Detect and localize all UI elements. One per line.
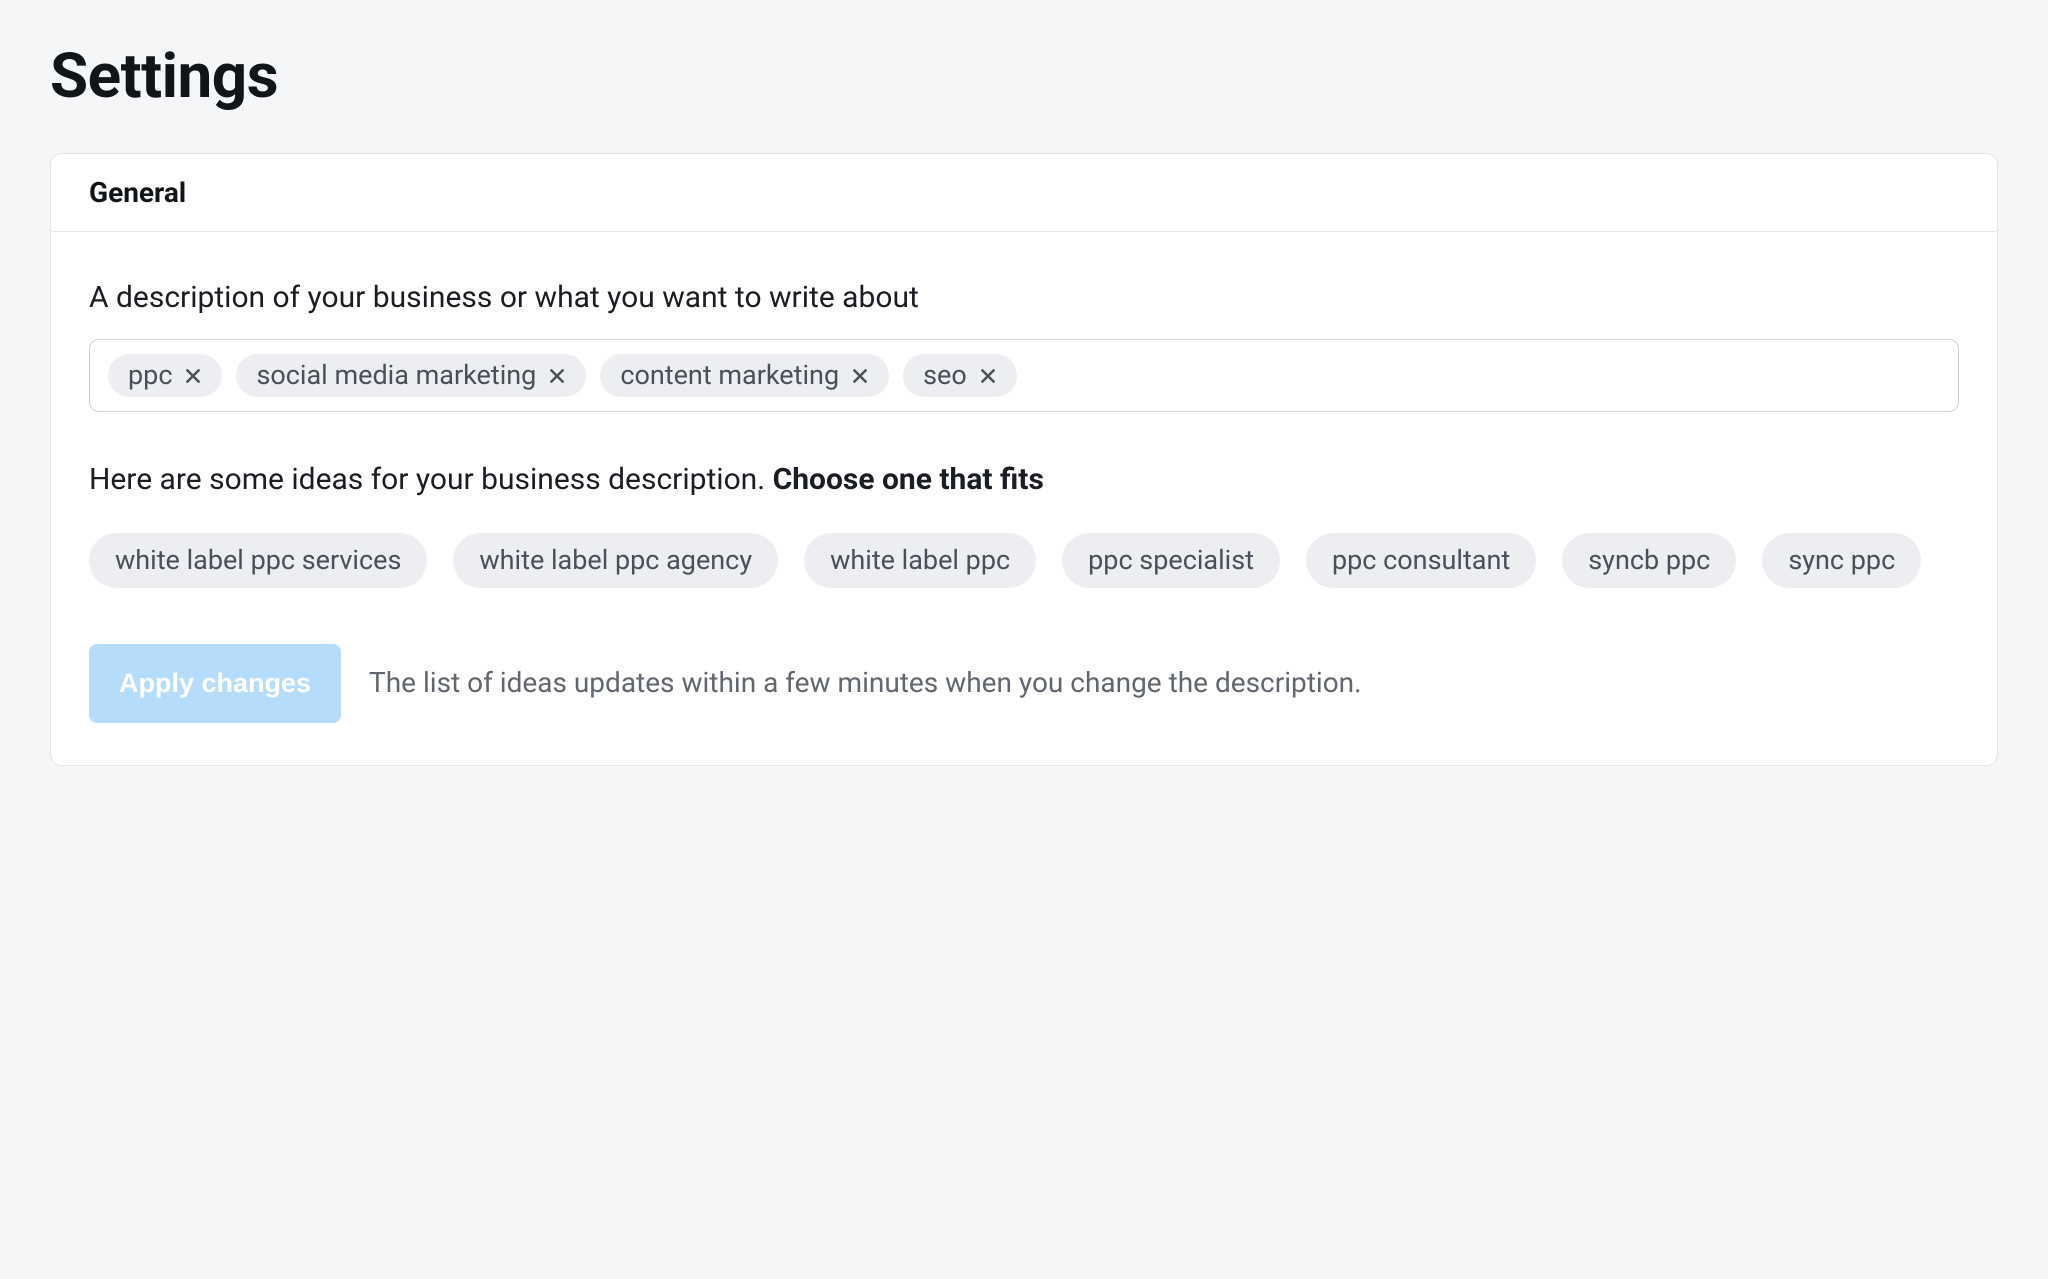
suggestion-chip[interactable]: syncb ppc (1562, 533, 1736, 588)
description-tag-input[interactable]: ppc social media marketing content marke… (89, 339, 1959, 412)
suggestion-chip[interactable]: white label ppc (804, 533, 1036, 588)
tag-label: ppc (128, 362, 172, 389)
page-title: Settings (50, 40, 1998, 113)
tag: content marketing (600, 354, 889, 397)
suggestion-chip[interactable]: white label ppc services (89, 533, 427, 588)
ideas-label-bold: Choose one that fits (773, 462, 1044, 497)
tag: social media marketing (236, 354, 586, 397)
card-header-title: General (89, 176, 1959, 209)
suggestion-chip[interactable]: ppc consultant (1306, 533, 1536, 588)
suggestion-chip[interactable]: sync ppc (1762, 533, 1921, 588)
remove-tag-icon[interactable] (851, 367, 869, 385)
settings-card: General A description of your business o… (50, 153, 1998, 766)
card-body: A description of your business or what y… (51, 232, 1997, 765)
apply-note: The list of ideas updates within a few m… (369, 663, 1959, 704)
apply-changes-button[interactable]: Apply changes (89, 644, 341, 723)
remove-tag-icon[interactable] (979, 367, 997, 385)
suggestion-chips: white label ppc services white label ppc… (89, 533, 1959, 588)
suggestion-chip[interactable]: white label ppc agency (453, 533, 778, 588)
tag-label: seo (923, 362, 967, 389)
ideas-label: Here are some ideas for your business de… (89, 462, 1959, 497)
tag: ppc (108, 354, 222, 397)
remove-tag-icon[interactable] (548, 367, 566, 385)
ideas-label-prefix: Here are some ideas for your business de… (89, 462, 773, 497)
tag: seo (903, 354, 1017, 397)
apply-row: Apply changes The list of ideas updates … (89, 644, 1959, 723)
suggestion-chip[interactable]: ppc specialist (1062, 533, 1280, 588)
tag-label: content marketing (620, 362, 839, 389)
tag-label: social media marketing (256, 362, 536, 389)
card-header: General (51, 154, 1997, 232)
description-label: A description of your business or what y… (89, 280, 1959, 315)
remove-tag-icon[interactable] (184, 367, 202, 385)
